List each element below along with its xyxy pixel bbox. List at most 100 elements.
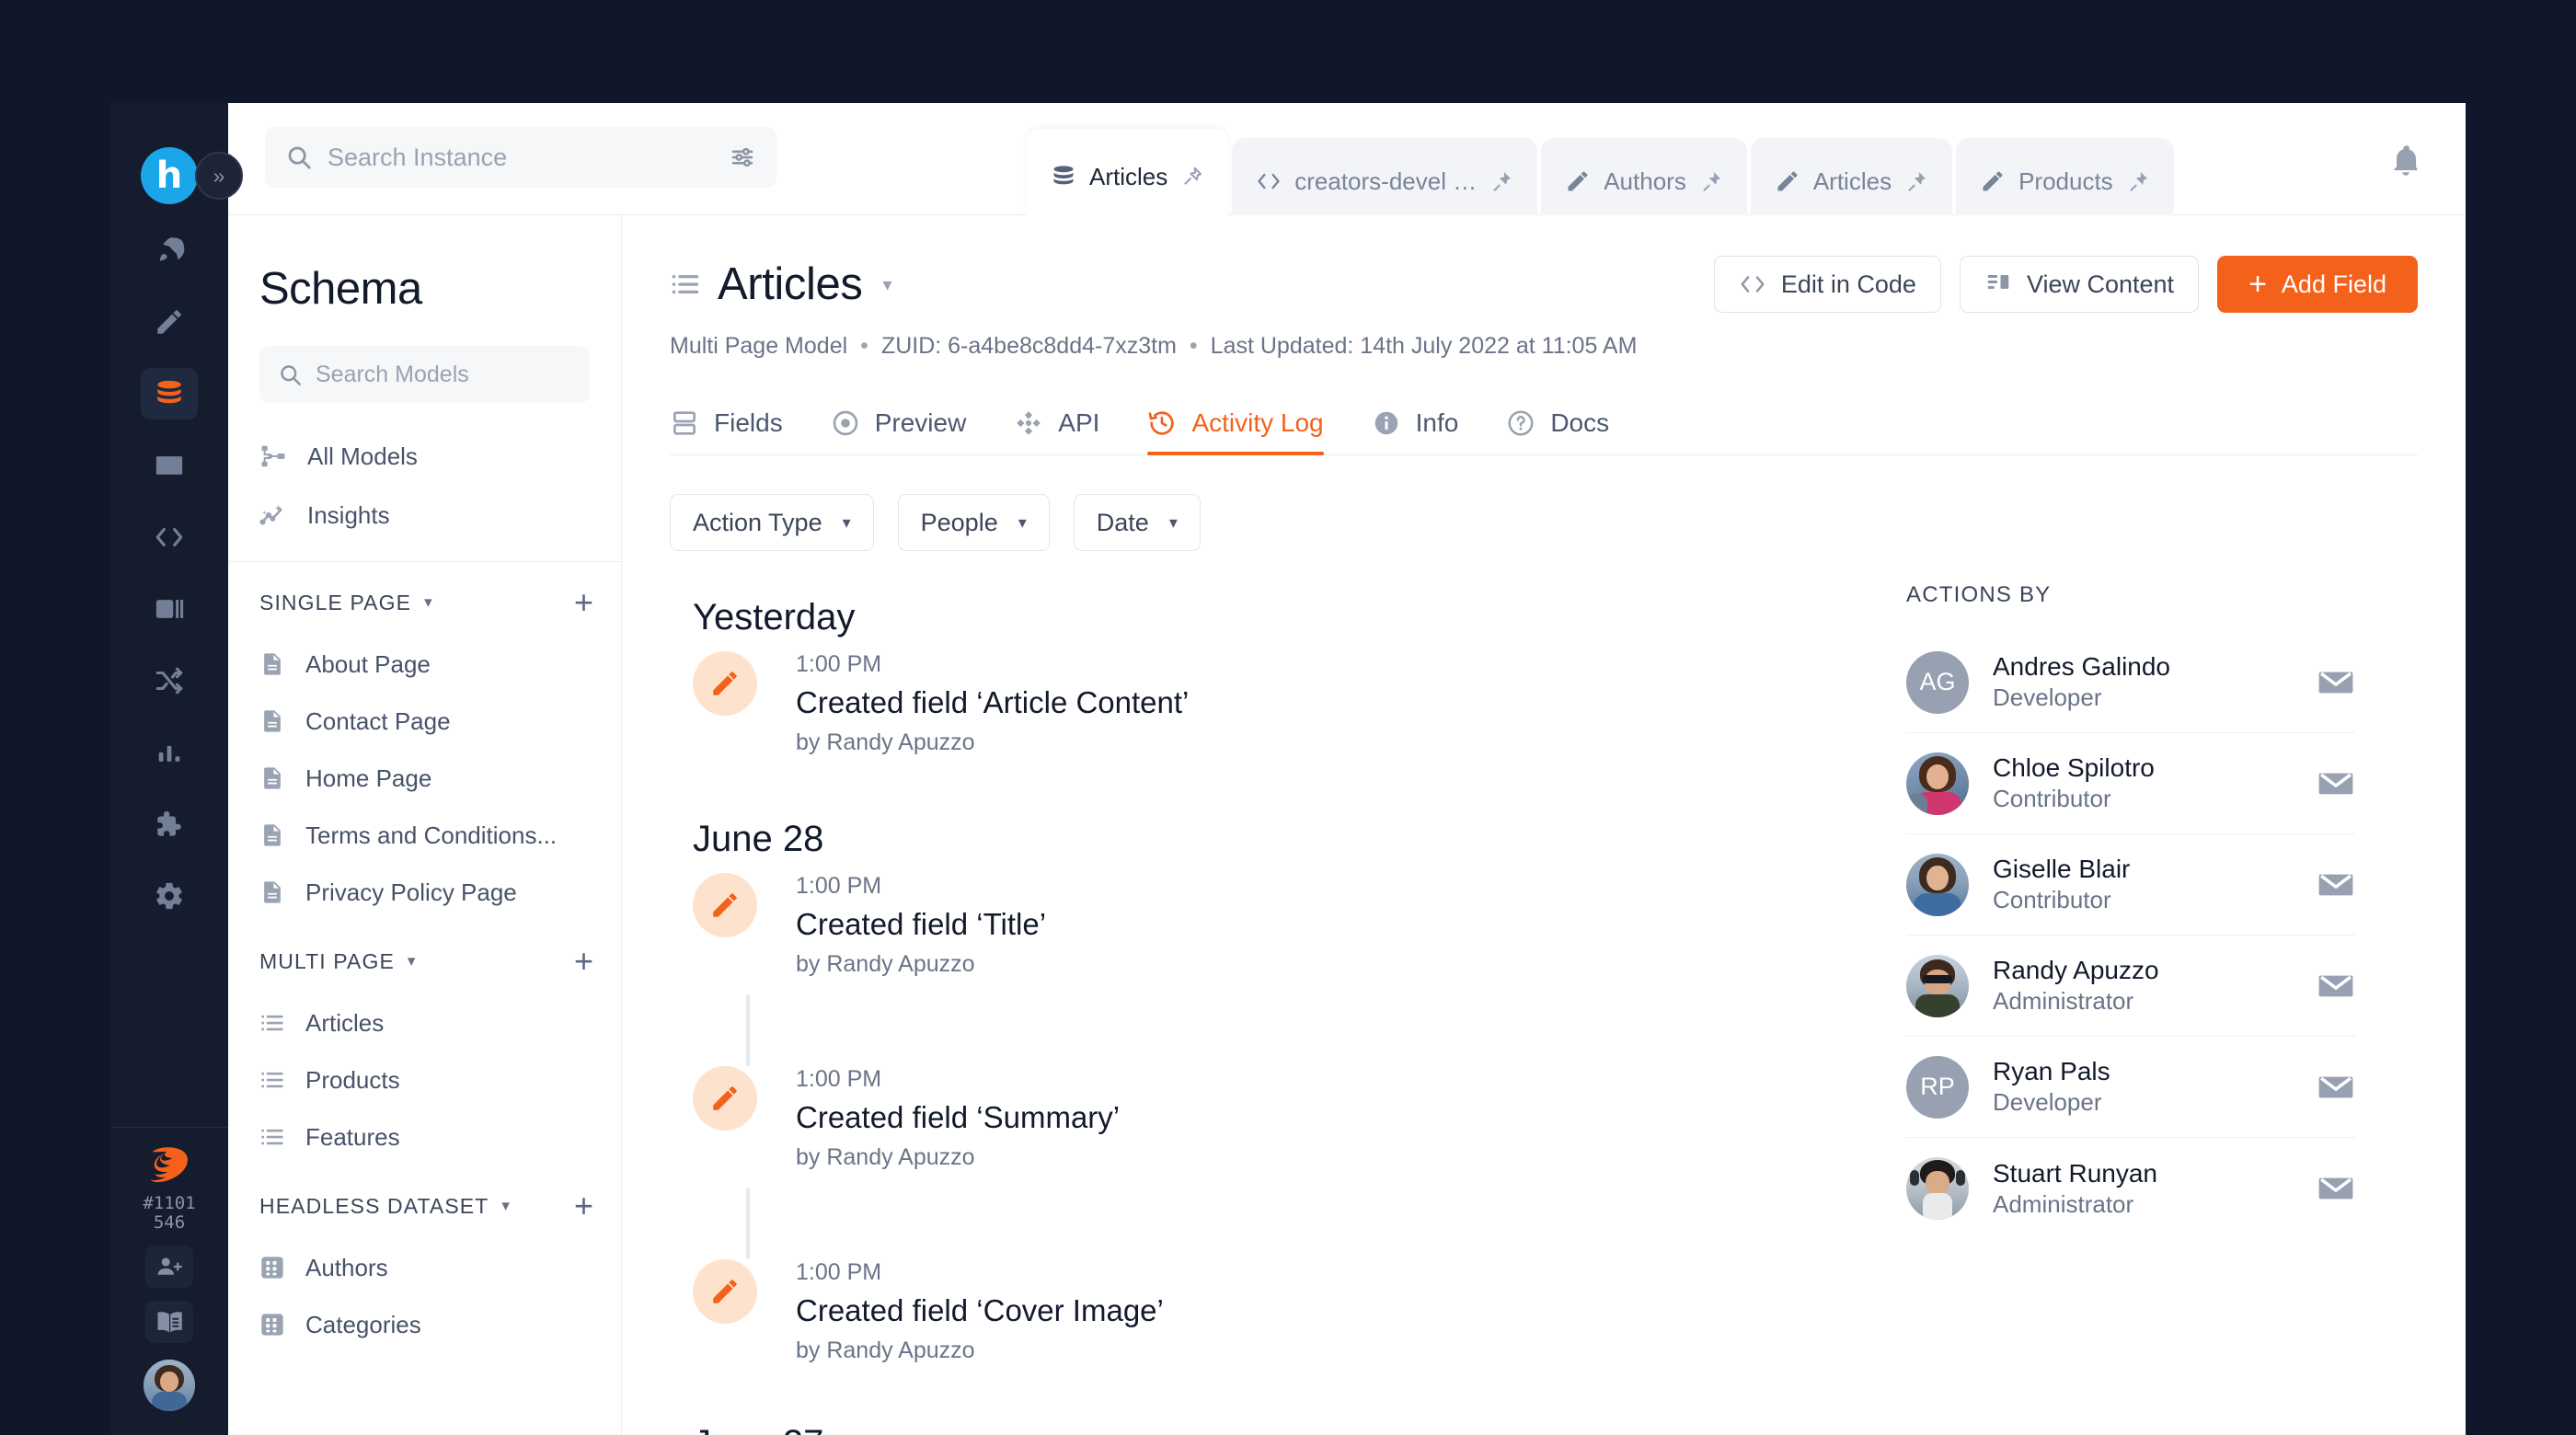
mail-icon[interactable] bbox=[2317, 1068, 2355, 1107]
add-headless-dataset-button[interactable]: + bbox=[574, 1189, 593, 1223]
schema-title: Schema bbox=[259, 264, 422, 314]
model-item-home-page[interactable]: Home Page bbox=[228, 750, 621, 807]
timeline-entry-body: 1:00 PM Created field ‘Article Content’ … bbox=[796, 651, 1189, 773]
tab-authors[interactable]: Authors bbox=[1541, 138, 1747, 224]
tab-docs[interactable]: Docs bbox=[1506, 408, 1609, 454]
pin-icon[interactable] bbox=[1904, 169, 1928, 193]
current-user-avatar[interactable] bbox=[144, 1360, 195, 1411]
tab-label: Activity Log bbox=[1191, 408, 1324, 437]
invite-user-icon[interactable] bbox=[145, 1246, 193, 1288]
person-row[interactable]: Chloe Spilotro Contributor bbox=[1906, 733, 2355, 834]
model-item-products[interactable]: Products bbox=[228, 1051, 621, 1108]
model-item-terms-and-conditions[interactable]: Terms and Conditions... bbox=[228, 807, 621, 864]
instance-search[interactable] bbox=[265, 127, 776, 188]
tab-preview[interactable]: Preview bbox=[831, 408, 966, 454]
pencil-icon bbox=[1777, 171, 1798, 191]
pin-icon[interactable] bbox=[2126, 169, 2150, 193]
pin-icon[interactable] bbox=[1699, 169, 1723, 193]
button-label: Add Field bbox=[2281, 270, 2386, 298]
model-item-contact-page[interactable]: Contact Page bbox=[228, 693, 621, 750]
bell-icon[interactable] bbox=[2388, 144, 2423, 178]
search-input[interactable] bbox=[328, 143, 729, 172]
mail-icon[interactable] bbox=[2317, 663, 2355, 702]
add-field-button[interactable]: + Add Field bbox=[2217, 256, 2418, 313]
build-number-line-2: 546 bbox=[153, 1212, 186, 1233]
group-header-single-page[interactable]: SINGLE PAGE ▾ + bbox=[228, 569, 621, 636]
filter-people[interactable]: People ▾ bbox=[897, 494, 1050, 551]
person-row[interactable]: Randy Apuzzo Administrator bbox=[1906, 936, 2355, 1037]
model-search[interactable] bbox=[259, 346, 612, 403]
group-header-headless-dataset[interactable]: HEADLESS DATASET ▾ + bbox=[228, 1173, 621, 1239]
zesty-logo[interactable] bbox=[144, 1144, 195, 1190]
tab-creators-devel[interactable]: creators-devel … bbox=[1232, 138, 1538, 224]
title-dropdown-caret-icon[interactable]: ▾ bbox=[882, 273, 891, 296]
chevron-down-icon[interactable]: ▾ bbox=[501, 1197, 510, 1215]
code-icon[interactable] bbox=[141, 511, 198, 563]
timeline-entry[interactable]: 1:00 PM Created field ‘Title’ by Randy A… bbox=[670, 873, 1871, 994]
person-row[interactable]: RP Ryan Pals Developer bbox=[1906, 1037, 2355, 1138]
mail-icon[interactable] bbox=[2317, 967, 2355, 1005]
person-role: Administrator bbox=[1993, 1189, 2134, 1218]
timeline-entry[interactable]: 1:00 PM Created field ‘Cover Image’ by R… bbox=[670, 1259, 1871, 1381]
model-item-categories[interactable]: Categories bbox=[228, 1296, 621, 1353]
timeline-entry[interactable]: 1:00 PM Created field ‘Summary’ by Randy… bbox=[670, 1066, 1871, 1188]
edit-in-code-button[interactable]: Edit in Code bbox=[1713, 256, 1941, 313]
view-content-button[interactable]: View Content bbox=[1959, 256, 2200, 313]
database-icon bbox=[1053, 166, 1074, 185]
redirects-icon[interactable] bbox=[141, 655, 198, 706]
launch-icon[interactable] bbox=[141, 224, 198, 276]
mail-icon[interactable] bbox=[2317, 1169, 2355, 1208]
tab-articles-schema[interactable]: Articles bbox=[1027, 129, 1229, 224]
tab-products[interactable]: Products bbox=[1956, 138, 2174, 224]
button-label: View Content bbox=[2026, 270, 2175, 298]
tab-articles-content[interactable]: Articles bbox=[1750, 138, 1953, 224]
edit-icon[interactable] bbox=[141, 296, 198, 348]
person-row[interactable]: Giselle Blair Contributor bbox=[1906, 834, 2355, 936]
analytics-icon[interactable] bbox=[141, 727, 198, 778]
model-item-features[interactable]: Features bbox=[228, 1108, 621, 1165]
tab-label: Products bbox=[2018, 166, 2113, 195]
model-last-updated: Last Updated: 14th July 2022 at 11:05 AM bbox=[1210, 333, 1638, 359]
pin-outline-icon[interactable] bbox=[1180, 165, 1204, 189]
model-item-privacy-policy-page[interactable]: Privacy Policy Page bbox=[228, 864, 621, 921]
database-icon[interactable] bbox=[141, 368, 198, 419]
tab-api[interactable]: API bbox=[1014, 408, 1099, 454]
media-icon[interactable] bbox=[141, 440, 198, 491]
tab-activity-log[interactable]: Activity Log bbox=[1147, 408, 1324, 455]
person-row[interactable]: AG Andres Galindo Developer bbox=[1906, 632, 2355, 733]
add-single-page-button[interactable]: + bbox=[574, 586, 593, 619]
sidebar-item-insights[interactable]: Insights bbox=[228, 486, 621, 545]
eye-icon bbox=[833, 410, 858, 436]
pin-icon[interactable] bbox=[1489, 169, 1513, 193]
mail-icon[interactable] bbox=[2317, 866, 2355, 904]
settings-icon[interactable] bbox=[141, 870, 198, 922]
leads-icon[interactable] bbox=[141, 583, 198, 635]
add-multi-page-button[interactable]: + bbox=[574, 945, 593, 978]
expand-rail-button[interactable]: » bbox=[195, 152, 243, 200]
tab-fields[interactable]: Fields bbox=[670, 408, 783, 454]
apps-icon[interactable] bbox=[141, 798, 198, 850]
model-item-articles[interactable]: Articles bbox=[228, 994, 621, 1051]
filter-date[interactable]: Date ▾ bbox=[1073, 494, 1201, 551]
person-row[interactable]: Stuart Runyan Administrator bbox=[1906, 1138, 2355, 1239]
timeline-entry-body: 1:00 PM Created field ‘Summary’ by Randy… bbox=[796, 1066, 1120, 1188]
build-number: #1101 546 bbox=[143, 1194, 195, 1233]
chevron-down-icon[interactable]: ▾ bbox=[408, 952, 416, 970]
tab-info[interactable]: Info bbox=[1372, 408, 1458, 454]
tune-icon[interactable] bbox=[729, 144, 756, 171]
instance-logo-letter: h bbox=[155, 155, 183, 197]
person-role: Contributor bbox=[1993, 785, 2111, 813]
list-icon bbox=[261, 1015, 283, 1031]
sidebar-item-all-models[interactable]: All Models bbox=[228, 427, 621, 486]
search-icon bbox=[288, 146, 311, 169]
filter-action-type[interactable]: Action Type ▾ bbox=[670, 494, 874, 551]
model-item-authors[interactable]: Authors bbox=[228, 1239, 621, 1296]
search-models-input[interactable] bbox=[316, 361, 612, 388]
instance-logo[interactable]: h bbox=[141, 147, 198, 204]
mail-icon[interactable] bbox=[2317, 764, 2355, 803]
chevron-down-icon[interactable]: ▾ bbox=[424, 593, 432, 612]
timeline-entry[interactable]: 1:00 PM Created field ‘Article Content’ … bbox=[670, 651, 1871, 773]
docs-book-icon[interactable] bbox=[145, 1301, 193, 1343]
group-header-multi-page[interactable]: MULTI PAGE ▾ + bbox=[228, 928, 621, 994]
model-item-about-page[interactable]: About Page bbox=[228, 636, 621, 693]
